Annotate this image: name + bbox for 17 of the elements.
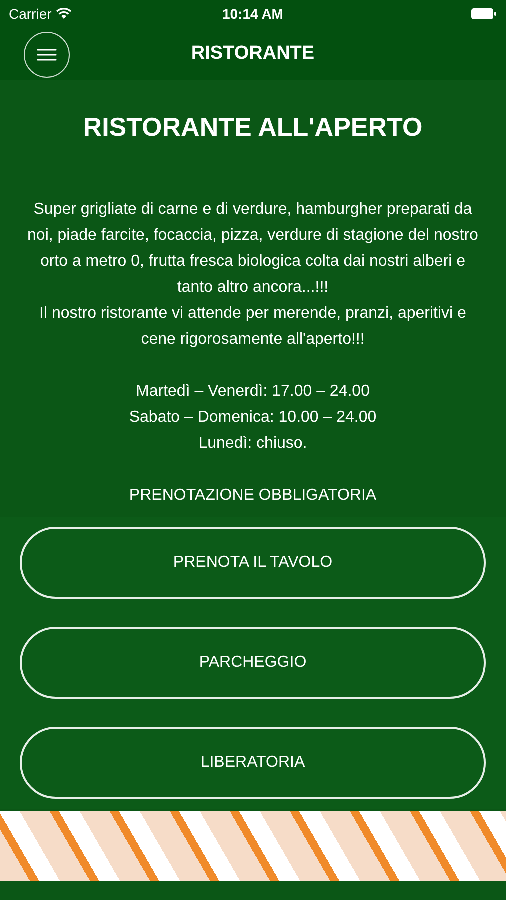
carrier-label: Carrier: [9, 4, 52, 24]
screen-title: RISTORANTE: [191, 42, 315, 66]
menu-button[interactable]: [24, 32, 70, 78]
action-button[interactable]: PRENOTA IL TAVOLO: [20, 527, 486, 599]
clock-time: 10:14 AM: [222, 4, 284, 24]
opening-hours: Lunedì: chiuso.: [198, 434, 308, 454]
action-button[interactable]: PARCHEGGIO: [20, 627, 486, 699]
booking-notice: PRENOTAZIONE OBBLIGATORIA: [129, 486, 377, 506]
page-heading: RISTORANTE ALL'APERTO: [83, 111, 423, 144]
opening-hours: Sabato – Domenica: 10.00 – 24.00: [129, 408, 377, 428]
description-paragraph: Super grigliate di carne e di verdure, hamburgher preparati da noi, piade farcite, focaccia, pizza, verdure di stagione del nostro orto a metro 0, frutta fresca biologica colta dai nostri alberi e tanto altro ancora...!!!: [26, 200, 480, 298]
action-button[interactable]: LIBERATORIA: [20, 727, 486, 799]
description-paragraph: Il nostro ristorante vi attende per merende, pranzi, aperitivi e cene rigorosamente all'aperto!!!: [38, 304, 468, 350]
menu-icon: [37, 48, 57, 62]
battery-icon: [470, 8, 497, 20]
opening-hours: Martedì – Venerdì: 17.00 – 24.00: [136, 382, 370, 402]
wifi-icon: [56, 8, 72, 20]
